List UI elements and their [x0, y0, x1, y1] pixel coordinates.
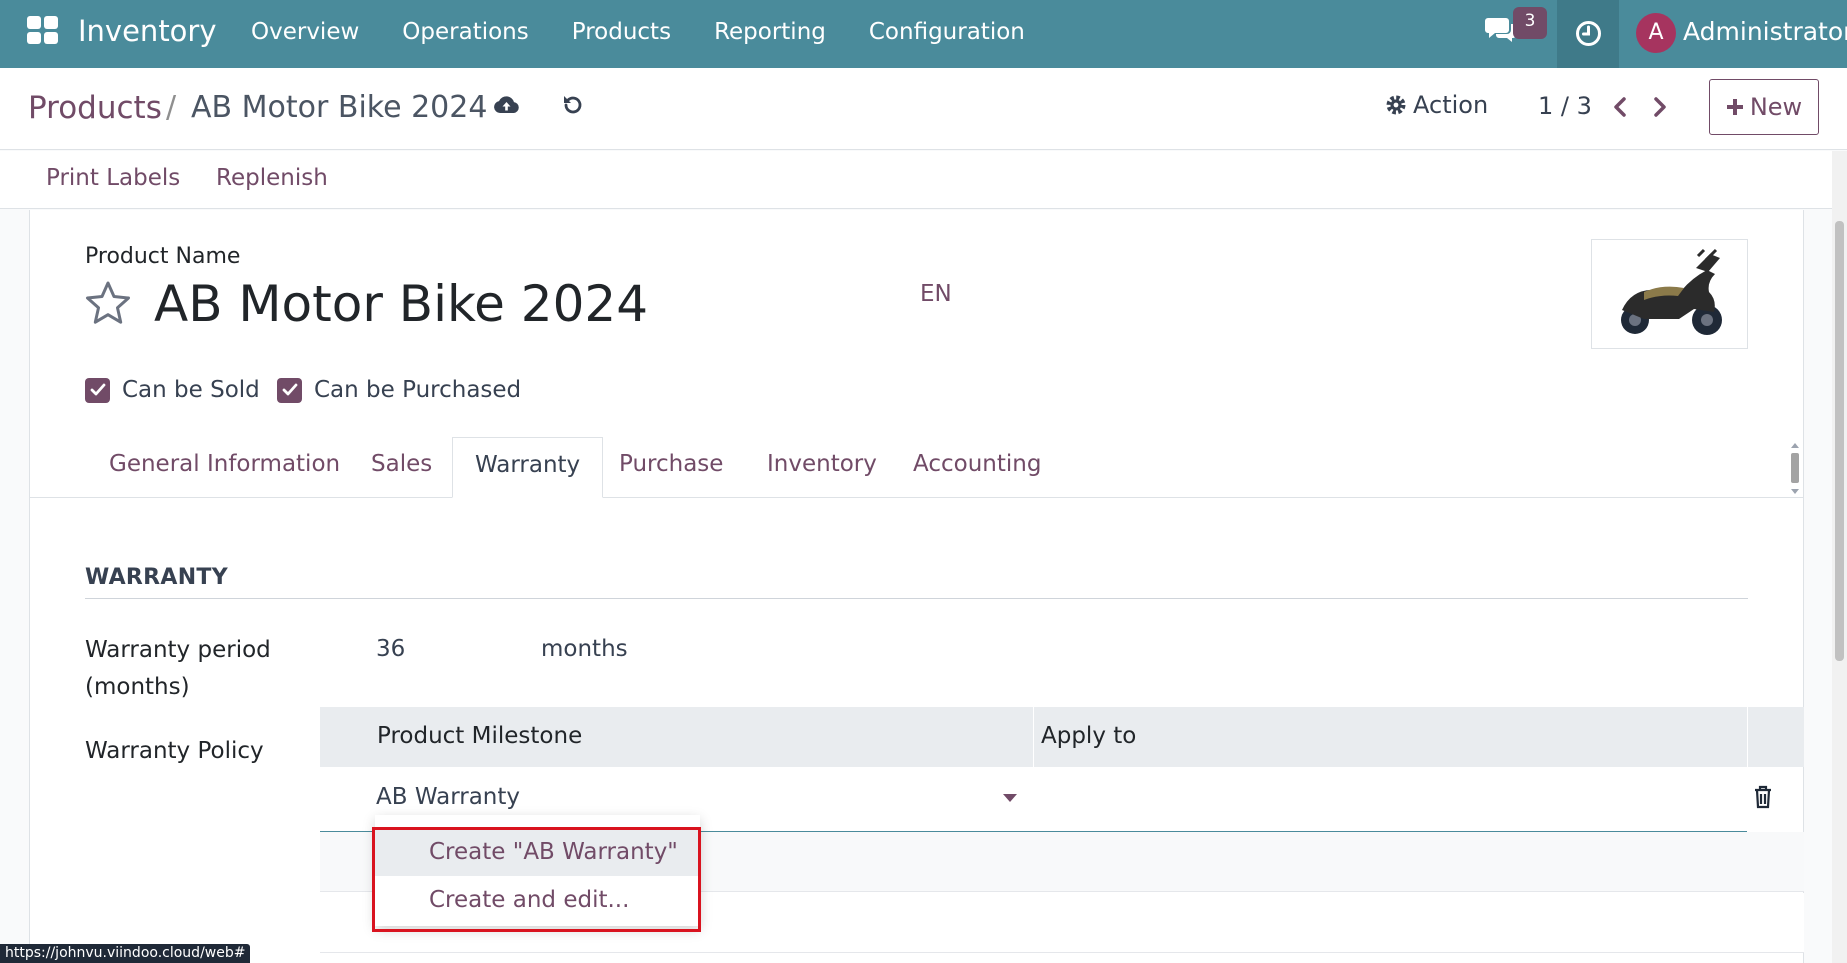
action-label: Action [1413, 91, 1489, 119]
activity-button[interactable] [1557, 0, 1619, 68]
can-be-sold-label: Can be Sold [122, 377, 260, 403]
language-button[interactable]: EN [920, 281, 952, 307]
product-image[interactable] [1591, 239, 1748, 349]
product-name-label: Product Name [85, 244, 241, 269]
chat-count-badge: 3 [1513, 7, 1547, 39]
trash-icon[interactable] [1753, 785, 1773, 809]
clock-icon [1576, 21, 1601, 46]
can-be-sold-checkbox[interactable]: Can be Sold [85, 377, 260, 403]
caret-down-icon[interactable] [1003, 794, 1017, 802]
scrollbar-thumb[interactable] [1835, 221, 1844, 661]
milestone-input[interactable]: AB Warranty [376, 784, 520, 810]
chevron-right-icon[interactable] [1652, 96, 1668, 118]
warranty-policy-label: Warranty Policy [85, 738, 264, 764]
col-apply-to[interactable]: Apply to [1041, 723, 1136, 749]
can-be-purchased-checkbox[interactable]: Can be Purchased [277, 377, 521, 403]
user-name[interactable]: Administrator [1683, 17, 1847, 46]
col-product-milestone[interactable]: Product Milestone [377, 723, 582, 749]
product-name-field[interactable]: AB Motor Bike 2024 [154, 275, 648, 333]
tab-inventory[interactable]: Inventory [745, 437, 899, 498]
action-button[interactable]: Action [1385, 91, 1488, 119]
menu-products[interactable]: Products [572, 19, 671, 45]
plus-icon [1726, 99, 1743, 115]
policy-table-header: Product Milestone Apply to [320, 707, 1804, 767]
app-menu-icon[interactable] [27, 16, 58, 44]
checkbox-checked-icon [85, 377, 110, 403]
tab-warranty[interactable]: Warranty [452, 437, 604, 498]
menu-configuration[interactable]: Configuration [869, 19, 1025, 45]
column-divider [1747, 707, 1748, 767]
warranty-section-title: WARRANTY [85, 565, 228, 590]
discard-icon[interactable] [561, 93, 585, 117]
can-be-purchased-label: Can be Purchased [314, 377, 522, 403]
chevron-left-icon[interactable] [1612, 96, 1628, 118]
statusbar: Print Labels Replenish [0, 151, 1847, 209]
breadcrumb-current: AB Motor Bike 2024 [191, 90, 488, 125]
page-scrollbar[interactable] [1832, 151, 1847, 963]
breadcrumb-products[interactable]: Products [28, 90, 162, 126]
control-panel: Products / AB Motor Bike 2024 Action 1 /… [0, 68, 1847, 150]
pager-value[interactable]: 1 / 3 [1538, 92, 1592, 120]
menu-operations[interactable]: Operations [402, 19, 528, 45]
avatar[interactable]: A [1636, 13, 1676, 53]
top-navbar: Inventory Overview Operations Products R… [0, 0, 1847, 68]
breadcrumb-separator: / [166, 90, 177, 125]
tab-purchase[interactable]: Purchase [597, 437, 745, 498]
tab-sales[interactable]: Sales [349, 437, 454, 498]
tabs-scrollbar[interactable] [1788, 440, 1802, 497]
section-divider [85, 598, 1748, 599]
warranty-period-input[interactable]: 36 [376, 636, 405, 662]
tab-accounting[interactable]: Accounting [891, 437, 1063, 498]
warranty-period-unit: months [541, 636, 628, 662]
checkbox-checked-icon [277, 377, 302, 403]
menu-overview[interactable]: Overview [251, 19, 359, 45]
print-labels-button[interactable]: Print Labels [46, 165, 180, 191]
replenish-button[interactable]: Replenish [216, 165, 328, 191]
url-tooltip: https://johnvu.viindoo.cloud/web# [0, 944, 251, 963]
new-label: New [1749, 93, 1803, 121]
highlight-annotation-box [372, 827, 701, 932]
menu-reporting[interactable]: Reporting [714, 19, 826, 45]
favorite-star-icon[interactable] [84, 280, 132, 326]
main-menu: Overview Operations Products Reporting C… [251, 19, 1068, 45]
gear-icon [1386, 95, 1406, 115]
motorbike-image [1621, 248, 1722, 335]
new-button[interactable]: New [1709, 79, 1819, 135]
warranty-period-label: Warranty period (months) [85, 637, 271, 700]
cloud-upload-icon[interactable] [493, 94, 520, 115]
app-brand[interactable]: Inventory [78, 14, 217, 48]
column-divider [1033, 707, 1034, 767]
tab-general-information[interactable]: General Information [87, 437, 362, 498]
